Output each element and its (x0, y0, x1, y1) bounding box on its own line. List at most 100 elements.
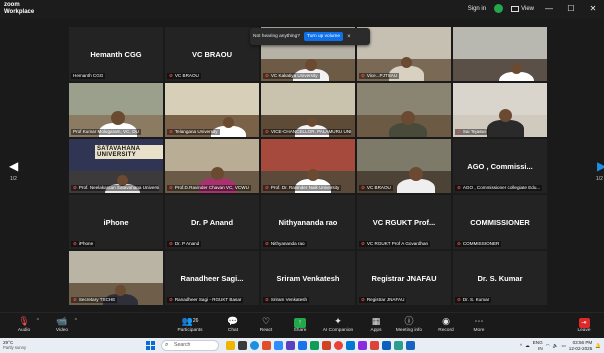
participant-name-label: ⊘ VC BRAOU (359, 185, 393, 191)
more-label: More (473, 328, 485, 333)
weather-widget[interactable]: 29°C Partly sunny (3, 340, 26, 350)
file-explorer-icon[interactable] (226, 341, 235, 350)
zoom-workplace-taskbar-icon[interactable] (406, 341, 415, 350)
participant-label-text: Dr. S. Kumar (462, 297, 490, 302)
participant-display-name: AGO , Commissi... (467, 161, 533, 171)
participant-tile[interactable]: SATAVAHANA UNIVERSITY ⊘ Prof. Neelakantan … (69, 139, 163, 193)
close-button[interactable]: ✕ (586, 4, 600, 13)
participant-label-text: Secretary TSCHE (78, 297, 116, 302)
maximize-button[interactable]: ☐ (564, 4, 578, 13)
video-button[interactable]: 📹 Video ^ (44, 315, 80, 334)
notification-close-icon[interactable]: × (347, 34, 351, 40)
store-app-icon[interactable] (346, 341, 355, 350)
chrome-browser-icon[interactable] (334, 341, 343, 350)
participant-tile[interactable]: Prof Kumar Molugaram, VC, OU (69, 83, 163, 137)
video-options-chevron-icon[interactable]: ^ (75, 318, 77, 324)
leave-button[interactable]: ⇥ Leave (566, 315, 602, 334)
participant-display-name: Ranadheer Sagi... (180, 273, 244, 283)
participant-tile[interactable]: ⊘ Telangana University (165, 83, 259, 137)
encryption-shield-icon[interactable] (494, 4, 504, 13)
participant-label-text: Vice...PJTSAU (366, 73, 398, 78)
chat-button[interactable]: 💬 Chat (215, 315, 251, 334)
participant-name-label: ⊘ Dr. P Anand (167, 241, 202, 247)
participant-tile[interactable]: Ranadheer Sagi... ⊘ Ranadheer Sagi - RGUKT… (165, 251, 259, 305)
powerpoint-app-icon[interactable] (322, 341, 331, 350)
taskbar-search-input[interactable]: ⌕ Search (161, 340, 219, 351)
participant-video-feed (357, 83, 451, 137)
teams-app-icon[interactable] (286, 341, 295, 350)
photos-app-icon[interactable] (358, 341, 367, 350)
participant-tile[interactable] (357, 83, 451, 137)
share-button[interactable]: ↑ Share (282, 315, 318, 334)
participant-tile[interactable]: ⊘ VC BRAOU (357, 139, 451, 193)
office-app-icon[interactable] (262, 341, 271, 350)
react-button[interactable]: ♡ React (248, 315, 284, 334)
word-app-icon[interactable] (298, 341, 307, 350)
excel-app-icon[interactable] (310, 341, 319, 350)
clock[interactable]: 03:56 PM 12-02-2025 (569, 340, 593, 351)
microphone-muted-icon: ⊘ (457, 297, 461, 302)
apps-grid-icon: ▦ (371, 316, 381, 326)
participant-tile[interactable]: AGO , Commissi... ⊘ AGO , Commissioner col… (453, 139, 547, 193)
ai-companion-button[interactable]: ✦ AI Companion (320, 315, 356, 334)
participant-tile[interactable]: Registrar JNAFAU ⊘ Registrar JNAFAU (357, 251, 451, 305)
meeting-toolbar: 🎙 Audio ^ 📹 Video ^ 👥26 Participants 💬 C… (0, 312, 604, 338)
participant-tile[interactable]: ⊘ Secretary TSCHE (69, 251, 163, 305)
meeting-info-label: Meeting info (395, 328, 423, 333)
participants-button[interactable]: 👥26 Participants (172, 315, 208, 334)
participant-tile[interactable]: Dr. P Anand ⊘ Dr. P Anand (165, 195, 259, 249)
participant-tile[interactable]: ⊘ Prof.D.Ravinder Chavan VC, VCWU (165, 139, 259, 193)
language-indicator[interactable]: ENG IN (533, 340, 543, 351)
participant-tile[interactable]: ⊘ Vice...PJTSAU (357, 27, 451, 81)
onedrive-cloud-icon[interactable]: ☁ (525, 343, 530, 349)
participant-tile[interactable]: ⊘ Sai Tejaswi (453, 83, 547, 137)
chat-label: Chat (227, 328, 239, 333)
participant-tile[interactable]: VC RGUKT Prof... ⊘ VC RGUKT Prof A Govardh… (357, 195, 451, 249)
wifi-icon[interactable]: ◠ (546, 343, 550, 349)
notification-bell-icon[interactable]: 🔔 (595, 343, 601, 349)
participant-name-label: ⊘ VICE-CHANCELLOR, PALAMURU UNI (263, 129, 352, 135)
tray-overflow-chevron-icon[interactable]: ^ (520, 343, 522, 348)
more-button[interactable]: ⋯ More (461, 315, 497, 334)
battery-icon[interactable]: ▭ (561, 343, 565, 349)
participant-tile[interactable]: ⊘ Prof. Dr. Ravinder Naik University (261, 139, 355, 193)
participant-tile[interactable]: Dr. S. Kumar ⊘ Dr. S. Kumar (453, 251, 547, 305)
participant-tile[interactable]: iPhone ⊘ iPhone (69, 195, 163, 249)
audio-options-chevron-icon[interactable]: ^ (37, 318, 39, 324)
participant-label-text: Dr. P Anand (174, 241, 200, 246)
record-button[interactable]: ◉ Record (428, 315, 464, 334)
microphone-muted-icon: ⊘ (169, 297, 173, 302)
view-button[interactable]: View (511, 5, 534, 12)
apps-button[interactable]: ▦ Apps (358, 315, 394, 334)
participant-tile[interactable]: Hemanth CGG Hemanth CGG (69, 27, 163, 81)
participant-tile[interactable]: COMMISSIONER ⊘ COMMISSIONER (453, 195, 547, 249)
meeting-stage: ◀ 1/2 ▶ 1/2 Hemanth CGG Hemanth CGG VC BRA… (0, 19, 604, 312)
turn-up-volume-button[interactable]: Turn up volume (303, 32, 344, 41)
audio-button[interactable]: 🎙 Audio ^ (6, 315, 42, 334)
meeting-info-button[interactable]: ⓘ Meeting info (391, 315, 427, 334)
participant-name-label: ⊘ Sai Tejaswi (455, 129, 488, 135)
participant-tile[interactable]: Sriram Venkatesh ⊘ Sriram Venkatesh (261, 251, 355, 305)
edge-browser-icon[interactable] (250, 341, 259, 350)
participants-icon: 👥26 (181, 316, 199, 326)
volume-icon[interactable]: 🔈 (553, 343, 559, 349)
participant-tile[interactable]: Nithyananda rao ⊘ Nithyananda rao (261, 195, 355, 249)
previous-page-arrow-icon[interactable]: ◀ (9, 159, 18, 173)
participant-display-name: Dr. S. Kumar (477, 273, 523, 283)
participant-label-text: Prof. Neelakantan Satavahana University (78, 185, 160, 190)
participant-tile[interactable] (453, 27, 547, 81)
sign-in-link[interactable]: Sign in (468, 6, 486, 12)
leave-door-icon: ⇥ (566, 315, 602, 328)
zoom-app-icon[interactable] (274, 341, 283, 350)
settings-app-icon[interactable] (394, 341, 403, 350)
windows-start-icon[interactable] (146, 341, 155, 350)
outlook-app-icon[interactable] (382, 341, 391, 350)
task-view-icon[interactable] (238, 341, 247, 350)
pdf-app-icon[interactable] (370, 341, 379, 350)
next-page-arrow-icon[interactable]: ▶ (597, 159, 604, 173)
microphone-muted-icon: ⊘ (361, 185, 365, 190)
minimize-button[interactable]: — (542, 4, 556, 13)
participant-display-name: iPhone (103, 217, 129, 227)
participant-tile[interactable]: VC BRAOU ⊘ VC BRAOU (165, 27, 259, 81)
participant-tile[interactable]: ⊘ VICE-CHANCELLOR, PALAMURU UNI (261, 83, 355, 137)
